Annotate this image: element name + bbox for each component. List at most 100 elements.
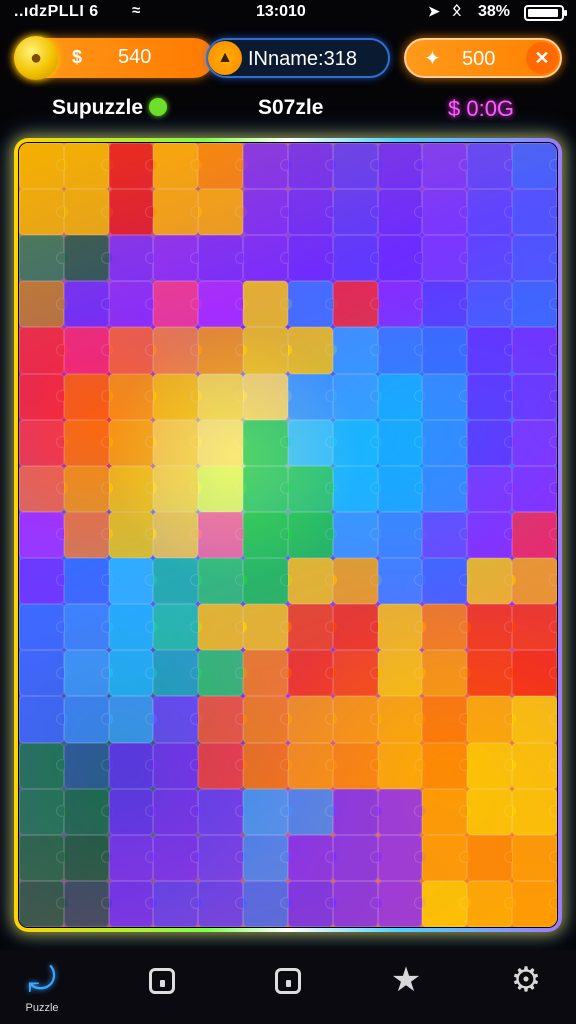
puzzle-tile[interactable] <box>19 742 68 789</box>
puzzle-tile[interactable] <box>287 788 337 835</box>
puzzle-tile[interactable] <box>512 834 557 881</box>
puzzle-tile[interactable] <box>198 143 247 190</box>
puzzle-tile[interactable] <box>422 696 472 743</box>
puzzle-tile[interactable] <box>19 465 68 512</box>
puzzle-tile[interactable] <box>512 558 557 605</box>
puzzle-tile[interactable] <box>63 511 113 559</box>
puzzle-tile[interactable] <box>287 465 337 512</box>
puzzle-tile[interactable] <box>422 281 472 328</box>
puzzle-tile[interactable] <box>422 511 472 559</box>
puzzle-tile[interactable] <box>19 143 68 190</box>
puzzle-tile[interactable] <box>108 373 158 420</box>
puzzle-tile[interactable] <box>108 558 158 605</box>
puzzle-tile[interactable] <box>377 465 427 512</box>
puzzle-tile[interactable] <box>332 143 382 190</box>
puzzle-tile[interactable] <box>332 327 382 374</box>
puzzle-tile[interactable] <box>332 696 382 743</box>
puzzle-tile[interactable] <box>19 235 68 282</box>
puzzle-board[interactable] <box>16 140 560 930</box>
puzzle-tile[interactable] <box>63 189 113 236</box>
puzzle-tile[interactable] <box>467 189 516 236</box>
puzzle-tile[interactable] <box>153 281 203 328</box>
puzzle-tile[interactable] <box>422 189 472 236</box>
puzzle-tile[interactable] <box>512 281 557 328</box>
puzzle-tile[interactable] <box>467 511 516 559</box>
puzzle-tile[interactable] <box>422 558 472 605</box>
puzzle-tile[interactable] <box>377 327 427 374</box>
puzzle-tile[interactable] <box>467 696 516 743</box>
puzzle-tile[interactable] <box>63 465 113 512</box>
puzzle-tile[interactable] <box>287 834 337 881</box>
nav-home[interactable] <box>132 960 192 999</box>
puzzle-tile[interactable] <box>467 143 516 190</box>
puzzle-tile[interactable] <box>198 558 247 605</box>
puzzle-tile[interactable] <box>63 235 113 282</box>
puzzle-tile[interactable] <box>19 650 68 697</box>
puzzle-tile[interactable] <box>287 742 337 789</box>
puzzle-tile[interactable] <box>377 373 427 420</box>
nav-home-alt[interactable] <box>258 960 318 999</box>
puzzle-tile[interactable] <box>243 604 292 651</box>
puzzle-tile[interactable] <box>467 465 516 512</box>
puzzle-tile[interactable] <box>467 880 516 927</box>
puzzle-tile[interactable] <box>512 511 557 559</box>
puzzle-tile[interactable] <box>19 419 68 466</box>
puzzle-tile[interactable] <box>243 143 292 190</box>
puzzle-tile[interactable] <box>377 235 427 282</box>
puzzle-tile[interactable] <box>108 834 158 881</box>
puzzle-tile[interactable] <box>377 788 427 835</box>
puzzle-tile[interactable] <box>332 880 382 927</box>
puzzle-tile[interactable] <box>19 373 68 420</box>
puzzle-tile[interactable] <box>512 604 557 651</box>
puzzle-tile[interactable] <box>198 327 247 374</box>
puzzle-tile[interactable] <box>153 742 203 789</box>
puzzle-tile[interactable] <box>108 465 158 512</box>
puzzle-tile[interactable] <box>332 235 382 282</box>
puzzle-tile[interactable] <box>287 143 337 190</box>
puzzle-tile[interactable] <box>332 834 382 881</box>
puzzle-tile[interactable] <box>198 742 247 789</box>
puzzle-tile[interactable] <box>19 834 68 881</box>
puzzle-tile[interactable] <box>287 650 337 697</box>
puzzle-tile[interactable] <box>153 696 203 743</box>
puzzle-tile[interactable] <box>19 558 68 605</box>
puzzle-tile[interactable] <box>63 419 113 466</box>
puzzle-tile[interactable] <box>287 604 337 651</box>
puzzle-tile[interactable] <box>377 696 427 743</box>
puzzle-tile[interactable] <box>287 281 337 328</box>
puzzle-tile[interactable] <box>198 189 247 236</box>
puzzle-tile[interactable] <box>332 419 382 466</box>
puzzle-tile[interactable] <box>512 696 557 743</box>
puzzle-tile[interactable] <box>422 327 472 374</box>
puzzle-tile[interactable] <box>467 604 516 651</box>
puzzle-tile[interactable] <box>19 281 68 328</box>
puzzle-tile[interactable] <box>512 327 557 374</box>
puzzle-tile[interactable] <box>63 281 113 328</box>
puzzle-tile[interactable] <box>19 880 68 927</box>
puzzle-tile[interactable] <box>108 143 158 190</box>
puzzle-tile[interactable] <box>243 696 292 743</box>
puzzle-tile[interactable] <box>153 327 203 374</box>
puzzle-tile[interactable] <box>198 373 247 420</box>
puzzle-tile[interactable] <box>332 742 382 789</box>
puzzle-tile[interactable] <box>198 834 247 881</box>
puzzle-tile[interactable] <box>422 834 472 881</box>
puzzle-tile[interactable] <box>467 281 516 328</box>
puzzle-grid[interactable] <box>19 143 557 927</box>
puzzle-tile[interactable] <box>377 511 427 559</box>
puzzle-tile[interactable] <box>287 511 337 559</box>
puzzle-tile[interactable] <box>243 281 292 328</box>
puzzle-tile[interactable] <box>153 189 203 236</box>
puzzle-tile[interactable] <box>467 235 516 282</box>
puzzle-tile[interactable] <box>198 880 247 927</box>
puzzle-tile[interactable] <box>287 696 337 743</box>
puzzle-tile[interactable] <box>467 419 516 466</box>
puzzle-tile[interactable] <box>63 604 113 651</box>
puzzle-tile[interactable] <box>332 558 382 605</box>
puzzle-tile[interactable] <box>243 465 292 512</box>
puzzle-tile[interactable] <box>332 788 382 835</box>
puzzle-tile[interactable] <box>108 235 158 282</box>
puzzle-tile[interactable] <box>108 327 158 374</box>
puzzle-tile[interactable] <box>467 373 516 420</box>
puzzle-tile[interactable] <box>287 880 337 927</box>
